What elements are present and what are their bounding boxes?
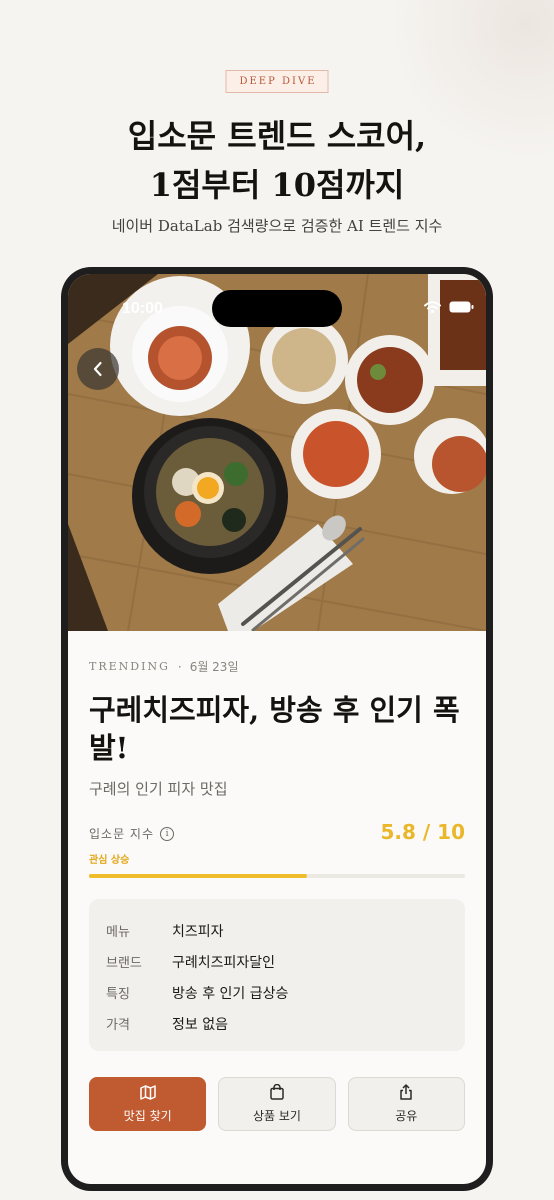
score-value: 5.8 / 10: [380, 820, 466, 844]
deep-dive-badge: DEEP DIVE: [225, 70, 329, 93]
find-restaurant-button[interactable]: 맛집 찾기: [89, 1077, 207, 1131]
detail-value: 치즈피자: [172, 924, 224, 940]
dynamic-island: [212, 290, 342, 327]
map-icon: [139, 1084, 156, 1103]
detail-value: 방송 후 인기 급상승: [172, 986, 289, 1002]
wifi-icon: [424, 301, 441, 313]
status-time: 10:00: [122, 300, 163, 317]
detail-key: 메뉴: [106, 925, 130, 940]
headline-line-2: 1점부터 10점까지: [149, 166, 405, 204]
phone-screen: 10:00 TRENDING · 6월 23일 구레치즈피자, 방송 후 인기 …: [68, 274, 486, 1184]
score-status: 관심 상승: [89, 855, 130, 866]
score-bar-fill: [89, 874, 308, 878]
action-bar: 맛집 찾기 상품 보기 공유: [89, 1077, 465, 1131]
share-icon: [399, 1084, 413, 1103]
back-button[interactable]: [77, 348, 119, 390]
detail-key: 가격: [106, 1018, 130, 1033]
headline-line-1: 입소문 트렌드 스코어,: [127, 117, 427, 155]
detail-value: 정보 없음: [172, 1017, 228, 1033]
detail-row-menu: 메뉴 치즈피자: [106, 921, 224, 941]
article-title: 구레치즈피자, 방송 후 인기 폭발!: [89, 693, 460, 765]
score-label-text: 입소문 지수: [89, 827, 155, 841]
detail-value: 구례치즈피자달인: [172, 955, 276, 971]
meta-separator: ·: [177, 659, 182, 674]
detail-row-feature: 특징 방송 후 인기 급상승: [106, 983, 288, 1003]
detail-row-brand: 브랜드 구례치즈피자달인: [106, 952, 275, 972]
detail-key: 브랜드: [106, 956, 142, 971]
detail-key: 특징: [106, 987, 130, 1002]
hero-image: 10:00: [68, 274, 486, 631]
category-label: TRENDING: [89, 660, 170, 673]
status-icons: [424, 301, 474, 313]
view-product-label: 상품 보기: [253, 1109, 301, 1123]
share-label: 공유: [395, 1109, 418, 1123]
page-headline: 입소문 트렌드 스코어, 1점부터 10점까지: [0, 112, 554, 210]
share-button[interactable]: 공유: [347, 1077, 465, 1131]
score-label: 입소문 지수 i: [89, 825, 175, 842]
detail-row-price: 가격 정보 없음: [106, 1014, 228, 1034]
page-subtitle: 네이버 DataLab 검색량으로 검증한 AI 트렌드 지수: [111, 217, 443, 235]
article-description: 구례의 인기 피자 맛집: [89, 780, 228, 798]
chevron-left-icon: [92, 361, 104, 377]
score-bar-track: [89, 874, 465, 878]
battery-icon: [449, 301, 474, 313]
find-restaurant-label: 맛집 찾기: [123, 1108, 172, 1123]
article-meta: TRENDING · 6월 23일: [89, 658, 239, 675]
details-card: 메뉴 치즈피자 브랜드 구례치즈피자달인 특징 방송 후 인기 급상승 가격 정…: [89, 899, 465, 1051]
shopping-bag-icon: [270, 1083, 284, 1103]
view-product-button[interactable]: 상품 보기: [218, 1077, 336, 1131]
phone-frame: 10:00 TRENDING · 6월 23일 구레치즈피자, 방송 후 인기 …: [61, 267, 493, 1191]
info-icon[interactable]: i: [160, 826, 175, 841]
article-date: 6월 23일: [189, 660, 239, 674]
